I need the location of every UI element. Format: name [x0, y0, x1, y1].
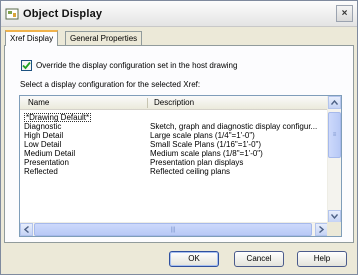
row-description: Presentation plan displays [150, 158, 244, 167]
horizontal-scrollbar[interactable]: ||| [20, 222, 328, 236]
row-name: Low Detail [24, 140, 62, 149]
object-display-icon [5, 7, 19, 21]
list-header: Name Description [20, 96, 328, 110]
override-row: Override the display configuration set i… [21, 59, 237, 71]
display-config-list[interactable]: Name Description *Drawing Default* Diagn… [19, 95, 342, 237]
help-button[interactable]: Help [297, 251, 347, 267]
list-item[interactable]: High Detail Large scale plans (1/4"=1'-0… [20, 131, 328, 140]
window-title: Object Display [23, 8, 103, 20]
chevron-up-icon [331, 100, 338, 105]
title-bar: Object Display × [1, 1, 357, 27]
close-icon: × [341, 7, 348, 19]
column-divider[interactable] [147, 98, 148, 108]
grip-icon: ||| [170, 226, 176, 233]
row-description: Small Scale Plans (1/16"=1'-0") [150, 140, 262, 149]
tab-label: Xref Display [10, 34, 54, 43]
row-description: Sketch, graph and diagnostic display con… [150, 122, 318, 131]
chevron-down-icon [331, 214, 338, 219]
row-description: Large scale plans (1/4"=1'-0") [150, 131, 255, 140]
horizontal-scroll-thumb[interactable]: ||| [34, 223, 312, 236]
override-checkbox[interactable] [21, 59, 32, 71]
object-display-dialog: Object Display × Xref Display General Pr… [0, 0, 358, 275]
row-name: Medium Detail [24, 149, 76, 158]
cancel-button[interactable]: Cancel [234, 251, 284, 267]
instruction-text: Select a display configuration for the s… [20, 80, 201, 89]
tab-general-properties[interactable]: General Properties [65, 31, 143, 46]
list-item[interactable]: Low Detail Small Scale Plans (1/16"=1'-0… [20, 140, 328, 149]
row-name: Reflected [24, 167, 58, 176]
scroll-up-button[interactable] [328, 96, 341, 109]
row-name: High Detail [24, 131, 64, 140]
chevron-right-icon [319, 226, 324, 233]
vertical-scrollbar[interactable]: ≡ [327, 96, 341, 223]
row-description: Reflected ceiling plans [150, 167, 231, 176]
vertical-scroll-thumb[interactable]: ≡ [328, 112, 341, 158]
grip-icon: ≡ [332, 132, 337, 138]
tab-panel: Override the display configuration set i… [4, 45, 354, 243]
list-item[interactable]: Presentation Presentation plan displays [20, 158, 328, 167]
row-name: *Drawing Default* [24, 113, 92, 122]
ok-button[interactable]: OK [169, 251, 219, 267]
close-button[interactable]: × [336, 5, 353, 22]
tab-xref-display[interactable]: Xref Display [5, 30, 59, 46]
override-label: Override the display configuration set i… [36, 60, 238, 70]
scroll-corner [327, 222, 341, 236]
list-item[interactable]: Reflected Reflected ceiling plans [20, 167, 328, 176]
scroll-left-button[interactable] [20, 223, 33, 236]
checkmark-icon [22, 61, 31, 69]
row-name: Diagnostic [24, 122, 62, 131]
row-description: Medium scale plans (1/8"=1'-0") [150, 149, 263, 158]
tab-label: General Properties [70, 34, 138, 43]
column-header-name[interactable]: Name [28, 98, 49, 107]
list-rows: *Drawing Default* Diagnostic Sketch, gra… [20, 113, 328, 176]
list-item[interactable]: Diagnostic Sketch, graph and diagnostic … [20, 122, 328, 131]
chevron-left-icon [24, 226, 29, 233]
list-item[interactable]: Medium Detail Medium scale plans (1/8"=1… [20, 149, 328, 158]
list-item[interactable]: *Drawing Default* [20, 113, 328, 122]
column-header-description[interactable]: Description [154, 98, 194, 107]
row-name: Presentation [24, 158, 69, 167]
